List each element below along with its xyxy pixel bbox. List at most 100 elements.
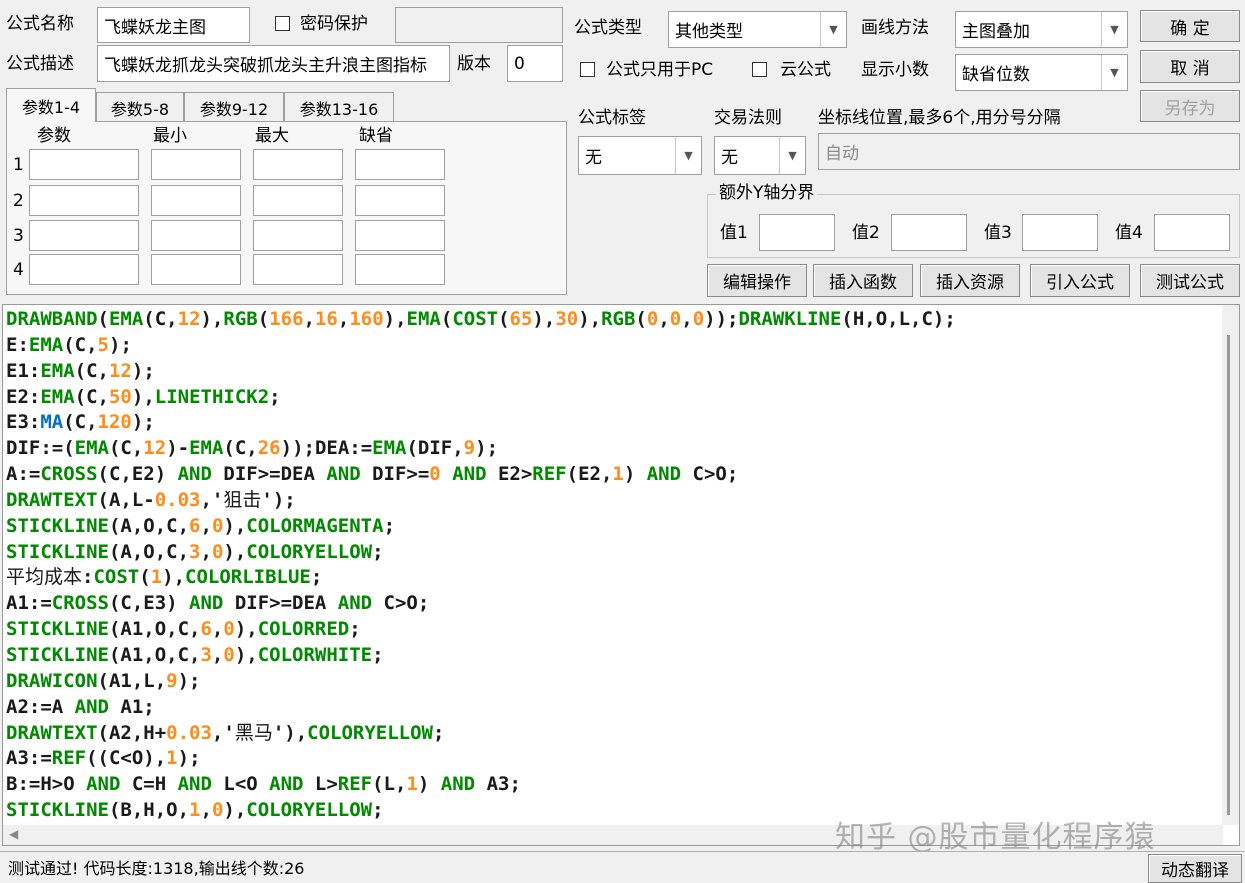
code-token: COST <box>93 566 140 589</box>
code-token: DIF>=DEA <box>223 592 338 615</box>
code-token: 16 <box>314 308 338 330</box>
code-token: (C, <box>63 411 98 434</box>
code-token: 50 <box>108 385 132 408</box>
value-3-input[interactable] <box>1022 214 1098 251</box>
formula-type-select[interactable]: 其他类型 ▼ <box>668 11 847 48</box>
code-token: ), <box>223 799 247 822</box>
cancel-button[interactable]: 取 消 <box>1140 50 1240 83</box>
code-token: (C, <box>108 437 144 460</box>
trade-rule-select[interactable]: 无 ▼ <box>714 136 806 175</box>
value-4-input[interactable] <box>1154 214 1230 251</box>
code-token: STICKLINE <box>6 540 109 563</box>
password-label: 密码保护 <box>300 14 368 34</box>
version-field[interactable]: 0 <box>507 45 563 82</box>
insert-function-button[interactable]: 插入函数 <box>813 264 913 297</box>
value-2-input[interactable] <box>891 214 967 251</box>
param-default-input[interactable] <box>355 254 445 285</box>
code-token: EMA <box>40 359 75 382</box>
save-as-button[interactable]: 另存为 <box>1140 90 1240 122</box>
code-token: 0 <box>429 463 441 486</box>
param-name-input[interactable] <box>29 254 139 285</box>
param-min-input[interactable] <box>151 254 241 285</box>
param-max-input[interactable] <box>253 149 343 180</box>
code-token: REF <box>51 747 87 770</box>
param-name-input[interactable] <box>29 185 139 216</box>
param-name-input[interactable] <box>29 220 139 251</box>
code-token: AND <box>337 592 373 615</box>
chevron-down-icon[interactable]: ▼ <box>1101 12 1127 47</box>
code-token: DIF:=( <box>6 437 75 460</box>
trade-rule-label: 交易法则 <box>714 108 782 128</box>
tab-params-1-4[interactable]: 参数1-4 <box>6 88 96 122</box>
param-name-input[interactable] <box>29 149 139 180</box>
tab-params-13-16[interactable]: 参数13-16 <box>284 92 394 122</box>
insert-resource-button[interactable]: 插入资源 <box>920 264 1020 297</box>
code-token: 1 <box>406 773 418 796</box>
code-token: (C,E3) <box>108 592 190 615</box>
code-token: (A1,L, <box>97 669 167 692</box>
param-max-input[interactable] <box>253 185 343 216</box>
param-max-input[interactable] <box>253 254 343 285</box>
code-token: A3:= <box>6 747 52 770</box>
param-default-input[interactable] <box>355 220 445 251</box>
code-token: , <box>337 308 350 330</box>
param-min-input[interactable] <box>151 149 241 180</box>
code-editor[interactable]: DRAWBAND(EMA(C,12),RGB(166,16,160),EMA(C… <box>2 304 1240 846</box>
formula-tag-select[interactable]: 无 ▼ <box>578 136 702 175</box>
code-token: A:= <box>6 463 41 486</box>
code-token: EMA <box>372 437 407 460</box>
code-token: (E2, <box>566 463 613 486</box>
value-1-input[interactable] <box>759 214 835 251</box>
tab-params-9-12[interactable]: 参数9-12 <box>184 92 284 122</box>
code-text[interactable]: DRAWBAND(EMA(C,12),RGB(166,16,160),EMA(C… <box>6 307 956 824</box>
code-token: ), <box>162 566 186 589</box>
tab-params-5-8[interactable]: 参数5-8 <box>96 92 184 122</box>
code-token: ));DEA:= <box>280 437 373 460</box>
code-token: AND <box>326 463 361 486</box>
code-token: STICKLINE <box>6 799 109 822</box>
code-token: ; <box>310 566 323 589</box>
scrollbar-thumb[interactable] <box>1227 335 1230 815</box>
param-min-input[interactable] <box>151 185 241 216</box>
code-token: AND <box>269 773 304 796</box>
formula-name-field[interactable]: 飞蝶妖龙主图 <box>97 7 250 43</box>
draw-method-select[interactable]: 主图叠加 ▼ <box>955 11 1128 48</box>
chevron-down-icon[interactable]: ▼ <box>779 137 805 174</box>
param-default-input[interactable] <box>355 149 445 180</box>
param-default-input[interactable] <box>355 185 445 216</box>
code-token: (DIF, <box>406 437 464 460</box>
decimal-select[interactable]: 缺省位数 ▼ <box>955 54 1128 91</box>
chevron-down-icon[interactable]: ▼ <box>675 137 701 174</box>
code-token: 9 <box>463 437 476 460</box>
edit-operations-button[interactable]: 编辑操作 <box>707 264 807 297</box>
extra-y-axis-label: 额外Y轴分界 <box>716 185 818 202</box>
code-token: ); <box>109 333 132 356</box>
password-checkbox[interactable] <box>275 16 290 31</box>
code-token: (L, <box>372 773 407 796</box>
code-token: ), <box>200 308 224 330</box>
arrow-left-icon[interactable]: ◀ <box>9 827 18 841</box>
code-token: 0 <box>223 643 235 666</box>
code-token: STICKLINE <box>6 643 109 666</box>
draw-method-label: 画线方法 <box>861 18 929 38</box>
code-token: ; <box>433 721 445 744</box>
code-token: ; <box>349 618 361 641</box>
formula-desc-field[interactable]: 飞蝶妖龙抓龙头突破抓龙头主升浪主图指标 <box>97 45 450 82</box>
param-max-input[interactable] <box>253 220 343 251</box>
password-field[interactable] <box>395 7 563 43</box>
code-token: ( <box>97 308 109 330</box>
chevron-down-icon[interactable]: ▼ <box>820 12 846 47</box>
code-token: 狙击 <box>223 488 262 511</box>
param-min-input[interactable] <box>151 220 241 251</box>
vertical-scrollbar[interactable] <box>1222 305 1239 825</box>
value-1-label: 值1 <box>720 223 748 243</box>
value-2-label: 值2 <box>852 223 880 243</box>
import-formula-button[interactable]: 引入公式 <box>1030 264 1130 297</box>
ok-button[interactable]: 确 定 <box>1140 10 1240 42</box>
pc-only-checkbox[interactable] <box>580 62 595 77</box>
axis-position-field[interactable]: 自动 <box>818 133 1240 170</box>
cloud-checkbox[interactable] <box>752 62 767 77</box>
dynamic-translate-button[interactable]: 动态翻译 <box>1148 854 1242 883</box>
chevron-down-icon[interactable]: ▼ <box>1101 55 1127 90</box>
test-formula-button[interactable]: 测试公式 <box>1140 264 1240 297</box>
